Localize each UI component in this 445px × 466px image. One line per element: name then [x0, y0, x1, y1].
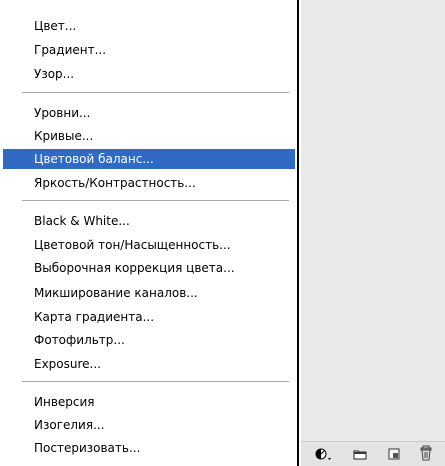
trash-icon[interactable]	[419, 445, 433, 461]
new-layer-icon[interactable]	[387, 448, 401, 460]
adjustments-menu: Цвет... Градиент... Узор... Уровни... Кр…	[0, 0, 299, 466]
menu-item-brightness-contrast[interactable]: Яркость/Контрастность...	[3, 174, 295, 192]
menu-item-photo-filter[interactable]: Фотофильтр...	[3, 331, 295, 349]
menu-item-black-white[interactable]: Black & White...	[3, 212, 295, 230]
menu-item-hue-saturation[interactable]: Цветовой тон/Насыщенность...	[3, 236, 295, 254]
menu-item-pattern-fill[interactable]: Узор...	[3, 65, 295, 83]
menu-item-invert[interactable]: Инверсия	[3, 393, 295, 411]
layers-panel-background	[301, 0, 445, 466]
menu-separator	[22, 200, 289, 202]
screen: Цвет... Градиент... Узор... Уровни... Кр…	[0, 0, 445, 466]
menu-item-threshold[interactable]: Изогелия...	[3, 416, 295, 434]
new-group-icon[interactable]	[353, 448, 367, 460]
menu-item-levels[interactable]: Уровни...	[3, 104, 295, 122]
menu-separator	[22, 92, 289, 94]
menu-separator	[22, 381, 289, 383]
menu-item-color-balance[interactable]: Цветовой баланс...	[3, 149, 295, 169]
menu-item-curves[interactable]: Кривые...	[3, 127, 295, 145]
adjustment-layer-icon[interactable]	[315, 448, 335, 460]
menu-item-channel-mixer[interactable]: Микширование каналов...	[3, 284, 295, 302]
menu-item-gradient-fill[interactable]: Градиент...	[3, 41, 295, 59]
menu-item-gradient-map[interactable]: Карта градиента...	[3, 308, 295, 326]
menu-item-posterize[interactable]: Постеризовать...	[3, 439, 295, 457]
menu-item-color-fill[interactable]: Цвет...	[3, 17, 295, 35]
menu-item-selective-color[interactable]: Выборочная коррекция цвета...	[3, 259, 295, 277]
menu-item-exposure[interactable]: Exposure...	[3, 355, 295, 373]
